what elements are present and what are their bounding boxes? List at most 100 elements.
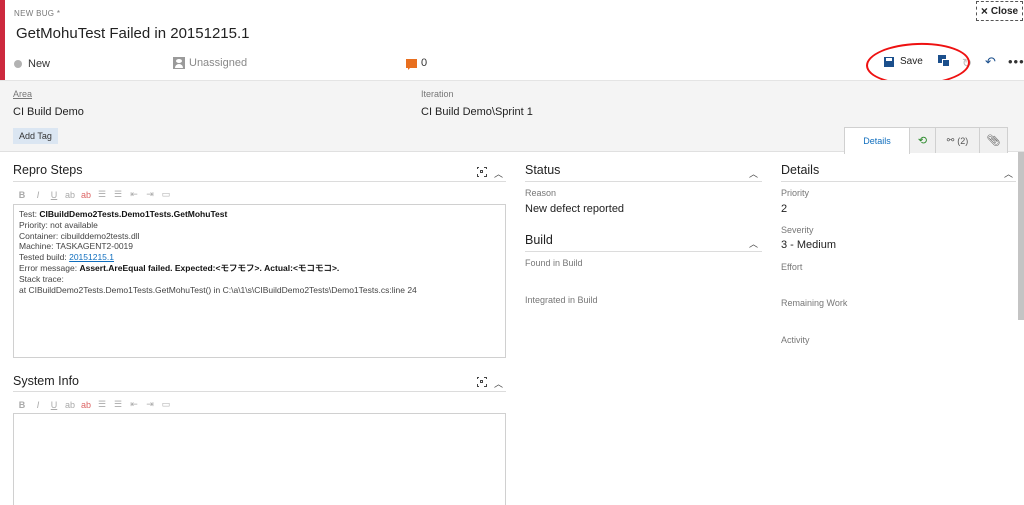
state-dot-icon [14,60,22,68]
tested-build-link[interactable]: 20151215.1 [69,252,114,262]
section-divider [13,391,506,392]
close-icon: × [980,4,988,18]
outdent-icon[interactable]: ⇤ [129,189,139,200]
collapse-chevron-icon[interactable]: ︿ [749,167,758,180]
save-button[interactable]: Save [884,56,923,67]
section-divider [13,181,506,182]
comments-count-value: 0 [421,57,428,69]
state-value: New [28,58,51,70]
work-item-type-label: NEW BUG * [14,9,61,18]
severity-field[interactable]: 3 - Medium [781,239,836,251]
collapse-chevron-icon[interactable]: ︿ [749,237,758,250]
test-name: CIBuildDemo2Tests.Demo1Tests.GetMohuTest [39,209,228,219]
floppy-disk-icon [884,56,894,67]
formatting-toolbar: B I U ab ab ☰ ☰ ⇤ ⇥ ▭ [17,399,171,410]
machine-line: Machine: TASKAGENT2-0019 [19,241,134,252]
link-icon: ⚯ [946,135,955,145]
reason-field[interactable]: New defect reported [525,203,624,215]
underline-icon[interactable]: U [49,190,59,200]
container-line: Container: cibuilddemo2tests.dll [19,230,140,241]
refresh-icon[interactable]: ↻ [962,56,972,70]
tab-details[interactable]: Details [844,127,910,154]
status-title: Status [525,163,561,177]
tab-links[interactable]: ⚯ (2) [935,127,980,153]
font-color-icon[interactable]: ab [81,190,91,200]
image-icon[interactable]: ▭ [161,189,171,200]
remaining-work-label: Remaining Work [781,298,848,308]
tested-build-label: Tested build: [19,252,70,263]
tab-strip: Details ⟲ ⚯ (2) 📎︎ [844,127,1008,154]
build-title: Build [525,233,553,247]
tab-history[interactable]: ⟲ [909,127,936,153]
comment-icon [406,58,417,70]
work-item-header-band: Area CI Build Demo Iteration CI Build De… [0,80,1024,154]
add-tag-button[interactable]: Add Tag [13,128,58,144]
save-and-close-icon[interactable] [938,55,950,67]
numbered-list-icon[interactable]: ☰ [113,189,123,200]
numbered-list-icon[interactable]: ☰ [113,399,123,410]
found-in-build-label: Found in Build [525,258,583,268]
bullet-list-icon[interactable]: ☰ [97,399,107,410]
save-label: Save [900,56,923,67]
font-color-icon[interactable]: ab [81,400,91,410]
details-title: Details [781,163,820,177]
assigned-to-value: Unassigned [189,57,248,69]
close-button[interactable]: × Close [976,1,1023,21]
paperclip-icon: 📎︎ [986,135,1001,147]
test-label: Test: [19,209,40,219]
system-info-title: System Info [13,374,79,388]
activity-label: Activity [781,335,810,345]
section-divider [525,181,762,182]
history-icon: ⟲ [917,135,928,147]
highlight-icon[interactable]: ab [65,400,75,410]
collapse-chevron-icon[interactable]: ︿ [494,167,503,180]
comments-count[interactable]: 0 [406,57,428,70]
assigned-to-field[interactable]: Unassigned [173,57,247,69]
bold-icon[interactable]: B [17,190,27,200]
reason-label: Reason [525,188,557,198]
more-actions-icon[interactable]: ••• [1008,54,1024,69]
priority-label: Priority [781,188,810,198]
vertical-scrollbar[interactable] [1018,152,1024,320]
error-message-value: Assert.AreEqual failed. Expected:<モフモフ>.… [79,262,340,273]
error-message-label: Error message: [19,262,80,273]
underline-icon[interactable]: U [49,400,59,410]
stack-trace-label: Stack trace: [19,273,64,284]
indent-icon[interactable]: ⇥ [145,189,155,200]
close-label: Close [990,5,1019,17]
effort-label: Effort [781,262,803,272]
priority-field[interactable]: 2 [781,203,787,215]
image-icon[interactable]: ▭ [161,399,171,410]
section-divider [525,251,762,252]
area-field[interactable]: CI Build Demo [13,106,84,118]
integrated-in-build-label: Integrated in Build [525,295,598,305]
outdent-icon[interactable]: ⇤ [129,399,139,410]
system-info-editor[interactable] [13,413,506,505]
maximize-icon[interactable] [475,165,488,178]
priority-line: Priority: not available [19,219,98,230]
italic-icon[interactable]: I [33,400,43,410]
italic-icon[interactable]: I [33,190,43,200]
section-divider [781,181,1016,182]
iteration-label: Iteration [421,89,454,99]
formatting-toolbar: B I U ab ab ☰ ☰ ⇤ ⇥ ▭ [17,189,171,200]
work-item-title[interactable]: GetMohuTest Failed in 20151215.1 [16,25,250,42]
tab-attachments[interactable]: 📎︎ [979,127,1008,153]
state-dropdown[interactable]: New [14,58,50,70]
collapse-chevron-icon[interactable]: ︿ [1004,167,1013,180]
collapse-chevron-icon[interactable]: ︿ [494,377,503,390]
bullet-list-icon[interactable]: ☰ [97,189,107,200]
repro-steps-editor[interactable]: Test: CIBuildDemo2Tests.Demo1Tests.GetMo… [13,204,506,358]
undo-icon[interactable]: ↶ [985,54,996,70]
state-row: New Unassigned 0 [0,53,1024,75]
bold-icon[interactable]: B [17,400,27,410]
severity-label: Severity [781,225,814,235]
repro-steps-title: Repro Steps [13,163,83,177]
highlight-icon[interactable]: ab [65,190,75,200]
links-count: (2) [957,135,969,146]
iteration-field[interactable]: CI Build Demo\Sprint 1 [421,106,533,118]
stack-trace-line: at CIBuildDemo2Tests.Demo1Tests.GetMohuT… [19,284,417,295]
indent-icon[interactable]: ⇥ [145,399,155,410]
user-avatar-icon [173,57,185,69]
maximize-icon[interactable] [475,375,488,388]
